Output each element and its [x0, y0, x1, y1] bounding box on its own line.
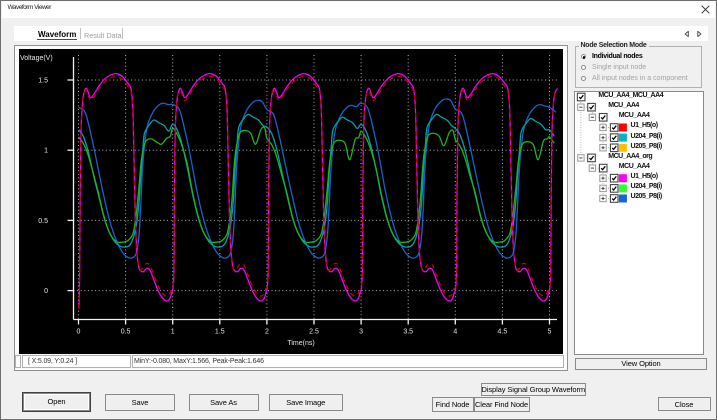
svg-text:4: 4 [453, 329, 457, 336]
svg-text:4.5: 4.5 [498, 329, 508, 336]
svg-text:Voltage(V): Voltage(V) [20, 55, 53, 62]
svg-text:1.5: 1.5 [38, 78, 48, 85]
svg-text:0: 0 [77, 329, 81, 336]
svg-text:0: 0 [44, 288, 48, 295]
svg-text:1: 1 [171, 329, 175, 336]
svg-text:0.5: 0.5 [121, 329, 131, 336]
svg-text:3.5: 3.5 [403, 329, 413, 336]
svg-text:3: 3 [359, 329, 363, 336]
svg-text:1: 1 [44, 148, 48, 155]
svg-text:5: 5 [548, 329, 552, 336]
svg-text:Time(ns): Time(ns) [287, 340, 314, 347]
svg-text:0.5: 0.5 [38, 218, 48, 225]
svg-text:2.5: 2.5 [309, 329, 319, 336]
svg-text:2: 2 [265, 329, 269, 336]
svg-text:1.5: 1.5 [215, 329, 225, 336]
